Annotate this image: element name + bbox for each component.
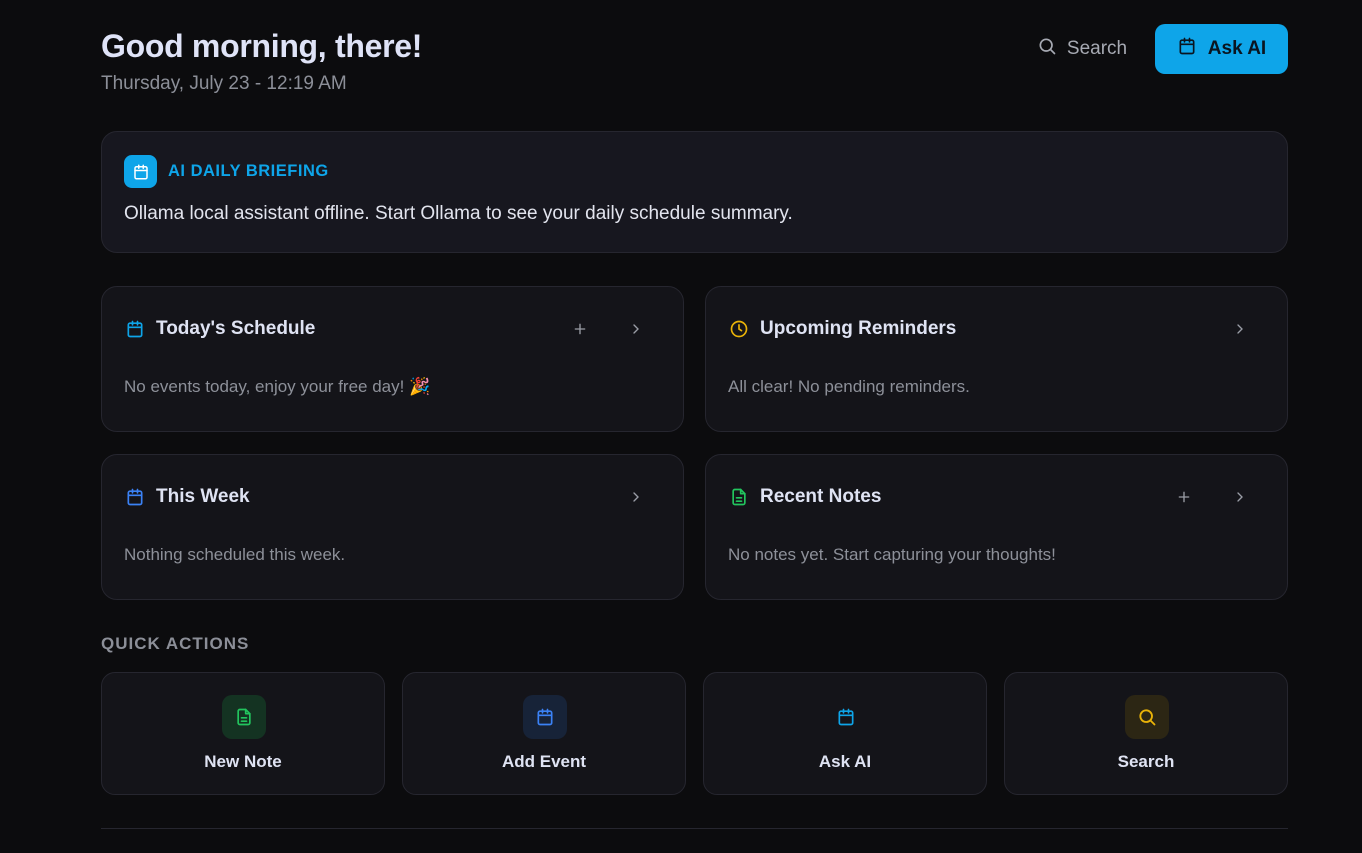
card-text: No events today, enjoy your free day! 🎉 bbox=[124, 377, 431, 396]
calendar-icon bbox=[824, 695, 868, 739]
calendar-icon bbox=[124, 155, 157, 188]
search-icon bbox=[1037, 36, 1057, 62]
view-week-button[interactable] bbox=[624, 485, 648, 509]
card-text: Nothing scheduled this week. bbox=[124, 545, 346, 564]
view-schedule-button[interactable] bbox=[624, 317, 648, 341]
ask-ai-button-label: Ask AI bbox=[1207, 38, 1267, 59]
ai-daily-briefing-panel: AI DAILY BRIEFING Ollama local assistant… bbox=[101, 131, 1288, 253]
this-week-card: This Week Nothing scheduled this week. bbox=[101, 454, 684, 600]
calendar-icon bbox=[1177, 36, 1197, 62]
chevron-right-icon bbox=[1237, 324, 1243, 334]
card-title: Today's Schedule bbox=[156, 318, 316, 339]
card-title: Recent Notes bbox=[760, 486, 882, 507]
chevron-right-icon bbox=[633, 324, 639, 334]
header: Good morning, there! Thursday, July 23 -… bbox=[101, 24, 1288, 98]
calendar-icon bbox=[523, 695, 567, 739]
upcoming-reminders-card: Upcoming Reminders All clear! No pending… bbox=[705, 286, 1288, 432]
calendar-icon bbox=[124, 318, 146, 340]
search-button-label: Search bbox=[1066, 38, 1128, 59]
quick-actions-label: QUICK ACTIONS bbox=[101, 634, 250, 653]
ask-ai-action[interactable]: Ask AI bbox=[703, 672, 987, 795]
card-text: All clear! No pending reminders. bbox=[728, 377, 970, 396]
search-button[interactable]: Search bbox=[1021, 24, 1143, 74]
view-notes-button[interactable] bbox=[1228, 485, 1252, 509]
dashboard-page: Good morning, there! Thursday, July 23 -… bbox=[0, 0, 1362, 853]
divider bbox=[101, 828, 1288, 829]
current-date: Thursday, July 23 - 12:19 AM bbox=[101, 73, 347, 94]
new-note-action[interactable]: New Note bbox=[101, 672, 385, 795]
action-label: Add Event bbox=[501, 752, 587, 771]
briefing-title: AI DAILY BRIEFING bbox=[168, 162, 329, 180]
todays-schedule-card: Today's Schedule No events today, enjoy … bbox=[101, 286, 684, 432]
view-reminders-button[interactable] bbox=[1228, 317, 1252, 341]
action-label: New Note bbox=[204, 752, 282, 771]
chevron-right-icon bbox=[633, 492, 639, 502]
search-icon bbox=[1125, 695, 1169, 739]
card-title: This Week bbox=[156, 486, 250, 507]
card-text: No notes yet. Start capturing your thoug… bbox=[728, 545, 1056, 564]
search-action[interactable]: Search bbox=[1004, 672, 1288, 795]
note-icon bbox=[728, 486, 750, 508]
clock-icon bbox=[728, 318, 750, 340]
plus-icon bbox=[1178, 491, 1190, 503]
add-note-button[interactable] bbox=[1172, 485, 1196, 509]
add-event-action[interactable]: Add Event bbox=[402, 672, 686, 795]
plus-icon bbox=[574, 323, 586, 335]
greeting-title: Good morning, there! bbox=[101, 28, 423, 64]
add-event-button[interactable] bbox=[568, 317, 592, 341]
ask-ai-button[interactable]: Ask AI bbox=[1155, 24, 1288, 74]
recent-notes-card: Recent Notes No notes yet. Start capturi… bbox=[705, 454, 1288, 600]
note-icon bbox=[222, 695, 266, 739]
briefing-text: Ollama local assistant offline. Start Ol… bbox=[124, 203, 793, 224]
card-title: Upcoming Reminders bbox=[760, 318, 957, 339]
action-label: Search bbox=[1117, 752, 1175, 771]
calendar-icon bbox=[124, 486, 146, 508]
action-label: Ask AI bbox=[818, 752, 872, 771]
chevron-right-icon bbox=[1237, 492, 1243, 502]
